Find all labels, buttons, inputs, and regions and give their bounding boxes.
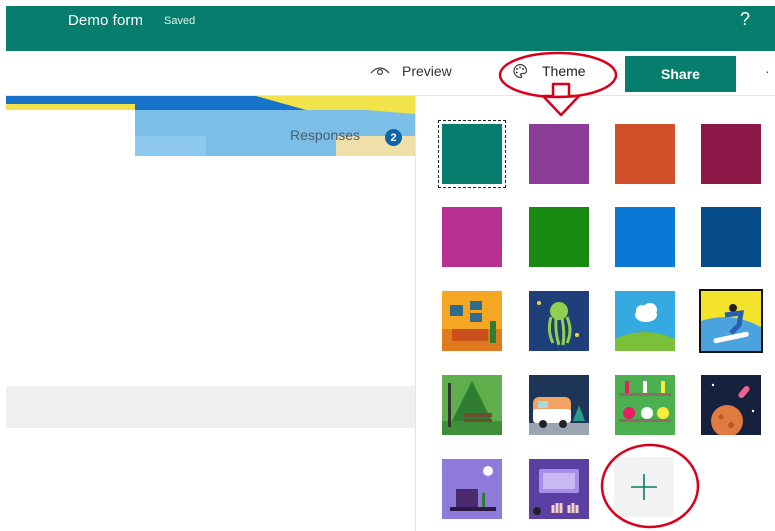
responses-tab[interactable]: Responses [290,127,360,143]
theme-color-teal[interactable] [438,120,506,188]
theme-image-desk-lamp[interactable] [442,459,502,519]
theme-image-living-room[interactable] [442,291,502,351]
theme-color-green[interactable] [529,207,589,267]
theme-color-purple[interactable] [529,124,589,184]
theme-image-park-bench[interactable] [442,375,502,435]
theme-image-cloud-hill[interactable] [615,291,675,351]
preview-button[interactable]: Preview [370,63,452,79]
help-button[interactable]: ? [740,9,750,30]
theme-image-chemistry-flasks[interactable] [615,375,675,435]
form-footer-strip [6,386,415,428]
form-title[interactable]: Demo form [68,12,143,29]
theme-image-camper-van[interactable] [529,375,589,435]
palette-icon [513,63,528,79]
theme-label: Theme [542,63,586,79]
save-status: Saved [164,15,196,27]
theme-image-rocket-planet[interactable] [701,375,761,435]
theme-color-blue[interactable] [615,207,675,267]
eye-icon [370,67,390,76]
theme-image-keyboard-hands[interactable] [529,459,589,519]
form-banner-image [6,96,415,156]
theme-color-orange[interactable] [615,124,675,184]
share-button[interactable]: Share [625,56,736,92]
responses-count-badge: 2 [385,129,402,146]
theme-color-magenta[interactable] [442,207,502,267]
theme-color-navy[interactable] [701,207,761,267]
form-canvas [0,96,415,531]
theme-button[interactable]: Theme [512,63,586,79]
theme-image-octopus[interactable] [529,291,589,351]
theme-color-burgundy[interactable] [701,124,761,184]
more-options-button[interactable]: · [765,63,770,79]
preview-label: Preview [402,63,452,79]
add-custom-theme-button[interactable] [614,457,674,517]
plus-icon [631,474,657,500]
theme-image-snowboarder[interactable] [699,289,763,353]
